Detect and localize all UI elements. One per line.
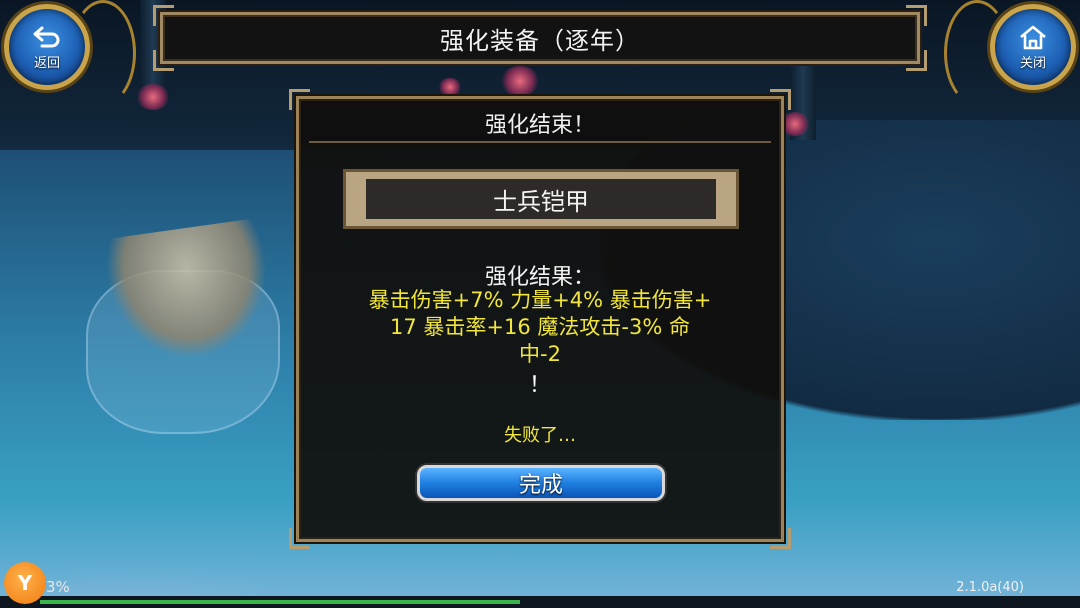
- frame-corner: [906, 50, 927, 71]
- item-name-frame: 士兵铠甲: [343, 169, 739, 229]
- dialog-header: 强化结束！: [309, 105, 771, 143]
- scene-glow: [500, 66, 540, 96]
- close-button[interactable]: 关闭: [990, 4, 1076, 90]
- title-bar: 强化装备（逐年）: [153, 5, 927, 71]
- done-label: 完成: [518, 473, 563, 498]
- return-arrow-icon: [33, 26, 60, 47]
- frame-corner: [153, 5, 174, 26]
- frame-corner: [153, 50, 174, 71]
- result-line: 中-2: [519, 342, 561, 366]
- home-icon: [1020, 25, 1046, 49]
- done-button[interactable]: 完成: [417, 465, 665, 501]
- scene-glow: [780, 112, 810, 136]
- close-label: 关闭: [1019, 55, 1046, 71]
- page-title: 强化装备（逐年）: [440, 26, 640, 55]
- frame-corner: [770, 89, 791, 110]
- scene-hat-object: [101, 217, 279, 369]
- app-logo: Y: [4, 562, 46, 604]
- dialog-title: 强化结束！: [484, 113, 595, 138]
- scene-glow: [438, 78, 462, 96]
- frame-corner: [906, 5, 927, 26]
- result-end-mark: ！: [528, 373, 551, 398]
- frame-corner: [770, 528, 791, 549]
- back-label: 返回: [33, 55, 60, 71]
- enhance-result-dialog: 强化结束！ 士兵铠甲 强化结果： 暴击伤害+7% 力量+4% 暴击伤害+ 17 …: [289, 89, 791, 549]
- frame-corner: [289, 89, 310, 110]
- bottom-status-bar: [0, 596, 1080, 608]
- scene-glow: [136, 84, 170, 110]
- frame-corner: [289, 528, 310, 549]
- loading-progress-fill: [40, 600, 520, 604]
- progress-percent: 3%: [46, 578, 70, 596]
- item-name-panel: 士兵铠甲: [366, 179, 716, 219]
- result-line: 暴击伤害+7% 力量+4% 暴击伤害+: [368, 288, 712, 312]
- item-name: 士兵铠甲: [493, 187, 589, 216]
- status-text: 失败了…: [504, 425, 576, 446]
- version-label: 2.1.0a(40): [956, 580, 1024, 595]
- result-stats: 暴击伤害+7% 力量+4% 暴击伤害+ 17 暴击率+16 魔法攻击-3% 命 …: [299, 287, 781, 368]
- result-line: 17 暴击率+16 魔法攻击-3% 命: [390, 315, 690, 339]
- back-button[interactable]: 返回: [4, 4, 90, 90]
